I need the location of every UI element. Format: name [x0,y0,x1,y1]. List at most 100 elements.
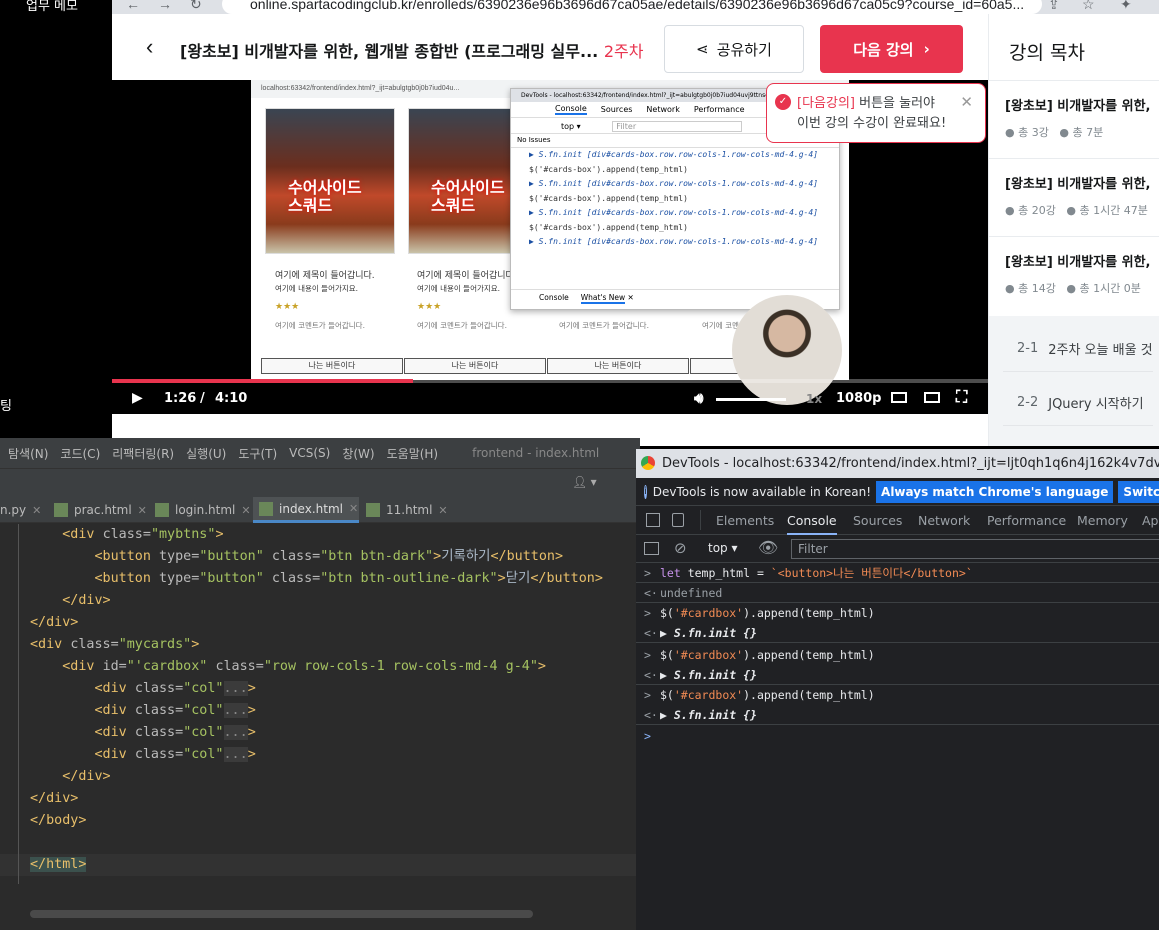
week-label: 2주차 [603,42,644,61]
tab-index-html[interactable]: index.html ✕ [253,497,359,523]
desktop-side-label: 팅 [0,399,12,414]
menu-item[interactable]: 리팩터링(R) [112,445,174,462]
inspect-icon[interactable] [646,513,660,527]
card-comment: 여기에 코멘트가 들어갑니다. [275,321,365,330]
tab-network[interactable]: Network [918,506,970,535]
card-stars: ★★★ [275,302,300,312]
code-editor[interactable]: <div class="mybtns"> <button type="butto… [0,524,640,908]
toc-lesson-item[interactable]: 2-2 JQuery 시작하기 [1003,380,1153,426]
code-line: </div> [62,593,111,608]
play-circle-icon: ● [1005,282,1015,295]
desktop-icon-label[interactable]: 업무 메모 [26,0,78,14]
menu-item[interactable]: 도구(T) [238,445,277,462]
demo-button: 나는 버튼이다 [261,358,403,374]
tab-performance[interactable]: Performance [987,506,1066,535]
toc-course-item[interactable]: [왕초보] 비개발자를 위한, ● 총 20강 ● 총 1시간 47분 [989,158,1159,236]
console-line: <· ▶ S.fn.init {} [636,623,1159,643]
code-line: </div> [30,615,79,630]
html-file-icon [366,503,380,517]
card-body: 여기에 내용이 들어가지요. [417,284,501,293]
video-progress-bar[interactable] [112,379,988,383]
tab-elements[interactable]: Elements [716,506,774,535]
sidebar-toggle-icon[interactable] [644,542,659,555]
code-line: <div id="'cardbox" class="row row-cols-1… [62,659,546,674]
course-header: ‹ [왕초보] 비개발자를 위한, 웹개발 종합반 (프로그래밍 실무... 2… [112,14,988,80]
playback-speed[interactable]: 1x [806,392,822,406]
card-comment: 여기에 코멘트가 들어갑니다. [417,321,507,330]
devtools-tab-bar: Elements Console Sources Network Perform… [636,506,1159,535]
extensions-icon[interactable]: ✦ [1120,0,1132,13]
share-button[interactable]: ⋖ 공유하기 [664,25,804,73]
card-stars: ★★★ [417,302,442,312]
share-page-icon[interactable]: ⇪ [1048,0,1060,13]
switch-devtools-button[interactable]: Switch DevTools to [1118,480,1159,503]
eye-icon[interactable]: 👁︎ [758,538,778,557]
clock-icon: ● [1066,282,1076,295]
reload-icon[interactable]: ↻ [190,0,202,13]
device-toolbar-icon[interactable] [672,513,684,527]
code-line: <div class="col"...> [94,747,256,762]
code-line: <button type="button" class="btn btn-dar… [94,549,564,564]
html-file-icon [259,501,273,516]
clock-icon: ● [1059,126,1069,139]
menu-item[interactable]: VCS(S) [289,446,330,460]
next-lecture-tooltip: ✓ [다음강의] 버튼을 눌러야 이번 강의 수강이 완료돼요! ✕ [766,83,986,143]
toc-lesson-item[interactable]: 2-1 2주차 오늘 배울 것 [1003,326,1153,372]
next-lecture-button[interactable]: 다음 강의 › [820,25,963,73]
address-bar[interactable]: online.spartacodingclub.kr/enrolleds/639… [222,0,1042,14]
html-file-icon [155,503,169,517]
volume-slider[interactable] [716,398,786,401]
close-icon[interactable]: ✕ [960,92,973,112]
ide-window: 탐색(N) 코드(C) 리팩터링(R) 실행(U) 도구(T) VCS(S) 창… [0,438,640,930]
filter-input[interactable]: Filter [791,539,1159,559]
user-icon[interactable]: 👤︎ ▾ [572,475,597,489]
forward-icon[interactable]: → [158,0,172,12]
always-match-language-button[interactable]: Always match Chrome's language [876,480,1114,503]
console-prompt[interactable]: > [636,726,1159,746]
tab-login-html[interactable]: login.html ✕ [155,497,253,523]
menu-item[interactable]: 도움말(H) [387,445,439,462]
back-icon[interactable]: ← [126,0,140,12]
play-circle-icon: ● [1005,204,1015,217]
devtools-titlebar: DevTools - localhost:63342/frontend/inde… [636,449,1159,478]
code-line: <div class="col"...> [94,725,256,740]
devtools-window: DevTools - localhost:63342/frontend/inde… [636,449,1159,930]
video-progress-fill [112,379,414,383]
tab-n-py[interactable]: n.py ✕ [0,497,48,523]
menu-item[interactable]: 실행(U) [186,445,226,462]
code-line: </div> [62,769,111,784]
volume-icon[interactable]: 🔊︎ [694,389,703,407]
tab-prac-html[interactable]: prac.html ✕ [54,497,152,523]
card-title: 여기에 제목이 들어갑니다. [417,271,517,281]
menu-item[interactable]: 창(W) [342,445,374,462]
back-arrow-icon[interactable]: ‹ [146,34,153,60]
html-file-icon [54,503,68,517]
menu-item[interactable]: 코드(C) [60,445,100,462]
lecture-toc-panel: 강의 목차 [왕초보] 비개발자를 위한, ● 총 3강 ● 총 7분 [왕초보… [988,14,1159,446]
video-player[interactable]: localhost:63342/frontend/index.html?_ijt… [112,80,988,414]
browser-toolbar: ← → ↻ online.spartacodingclub.kr/enrolle… [112,0,1159,14]
tab-console[interactable]: Console [787,506,837,535]
toc-course-item[interactable]: [왕초보] 비개발자를 위한, ● 총 3강 ● 총 7분 [989,80,1159,158]
code-line: </body> [30,813,87,828]
tab-memory[interactable]: Memory [1077,506,1128,535]
context-selector[interactable]: top ▾ [708,541,738,555]
captions-icon[interactable] [891,392,907,403]
pip-icon[interactable] [924,392,940,403]
clear-console-icon[interactable]: ⊘ [674,539,687,557]
video-controls: ▶ 1:26 / 4:10 🔊︎ 1x 1080p ⛶ [112,385,988,414]
code-line: <div class="col"...> [94,681,256,696]
menu-item[interactable]: 탐색(N) [8,445,48,462]
tab-application[interactable]: Ap [1142,506,1159,535]
tab-sources[interactable]: Sources [853,506,902,535]
movie-poster: 수어사이드 스쿼드 [265,108,395,254]
gutter-line [18,524,19,884]
course-title: [왕초보] 비개발자를 위한, 웹개발 종합반 (프로그래밍 실무... 2주차 [180,42,644,61]
play-icon[interactable]: ▶ [132,390,143,406]
quality-label[interactable]: 1080p [836,391,882,406]
fullscreen-icon[interactable]: ⛶ [956,387,967,407]
toc-course-item[interactable]: [왕초보] 비개발자를 위한, ● 총 14강 ● 총 1시간 0분 [989,236,1159,316]
tab-11-html[interactable]: 11.html ✕ [366,497,448,523]
horizontal-scrollbar[interactable] [30,910,533,918]
bookmark-star-icon[interactable]: ☆ [1082,0,1095,13]
